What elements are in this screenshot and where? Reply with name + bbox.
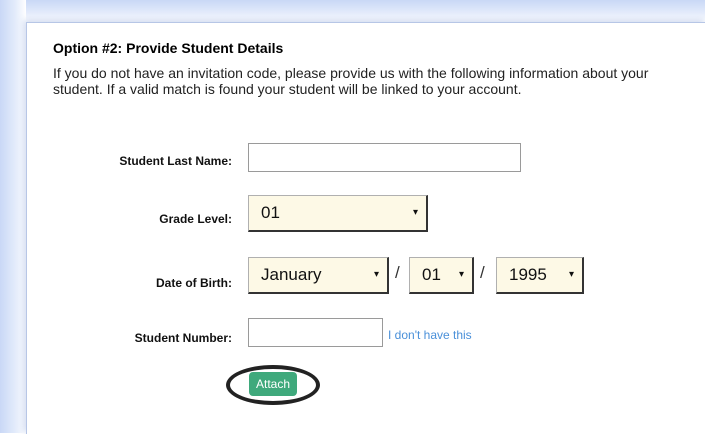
- chevron-down-icon: ▾: [458, 269, 464, 280]
- dob-day-select[interactable]: 01 ▾: [409, 257, 474, 294]
- section-title: Option #2: Provide Student Details: [53, 40, 284, 56]
- student-number-label: Student Number:: [134, 331, 232, 345]
- dob-year-select[interactable]: 1995 ▾: [496, 257, 584, 294]
- chevron-down-icon: ▾: [412, 207, 418, 218]
- dob-year-value: 1995: [509, 265, 547, 284]
- dob-separator: /: [395, 263, 400, 282]
- chevron-down-icon: ▾: [568, 269, 574, 280]
- dob-separator: /: [480, 263, 485, 282]
- dob-month-value: January: [261, 265, 322, 284]
- chevron-down-icon: ▾: [373, 269, 379, 280]
- section-description: If you do not have an invitation code, p…: [53, 65, 649, 97]
- grade-level-value: 01: [261, 203, 280, 222]
- page-frame-top: [0, 0, 705, 22]
- grade-level-label: Grade Level:: [159, 212, 232, 226]
- last-name-input[interactable]: [248, 143, 521, 172]
- page-frame-left: [0, 0, 26, 433]
- dob-day-value: 01: [422, 265, 441, 284]
- dob-label: Date of Birth:: [156, 276, 232, 290]
- student-number-input[interactable]: [248, 318, 383, 347]
- grade-level-select[interactable]: 01 ▾: [248, 195, 428, 232]
- no-student-number-link[interactable]: I don't have this: [388, 328, 472, 342]
- student-details-panel: Option #2: Provide Student Details If yo…: [26, 22, 705, 434]
- last-name-label: Student Last Name:: [119, 154, 232, 168]
- dob-month-select[interactable]: January ▾: [248, 257, 389, 294]
- attach-button[interactable]: Attach: [249, 372, 297, 396]
